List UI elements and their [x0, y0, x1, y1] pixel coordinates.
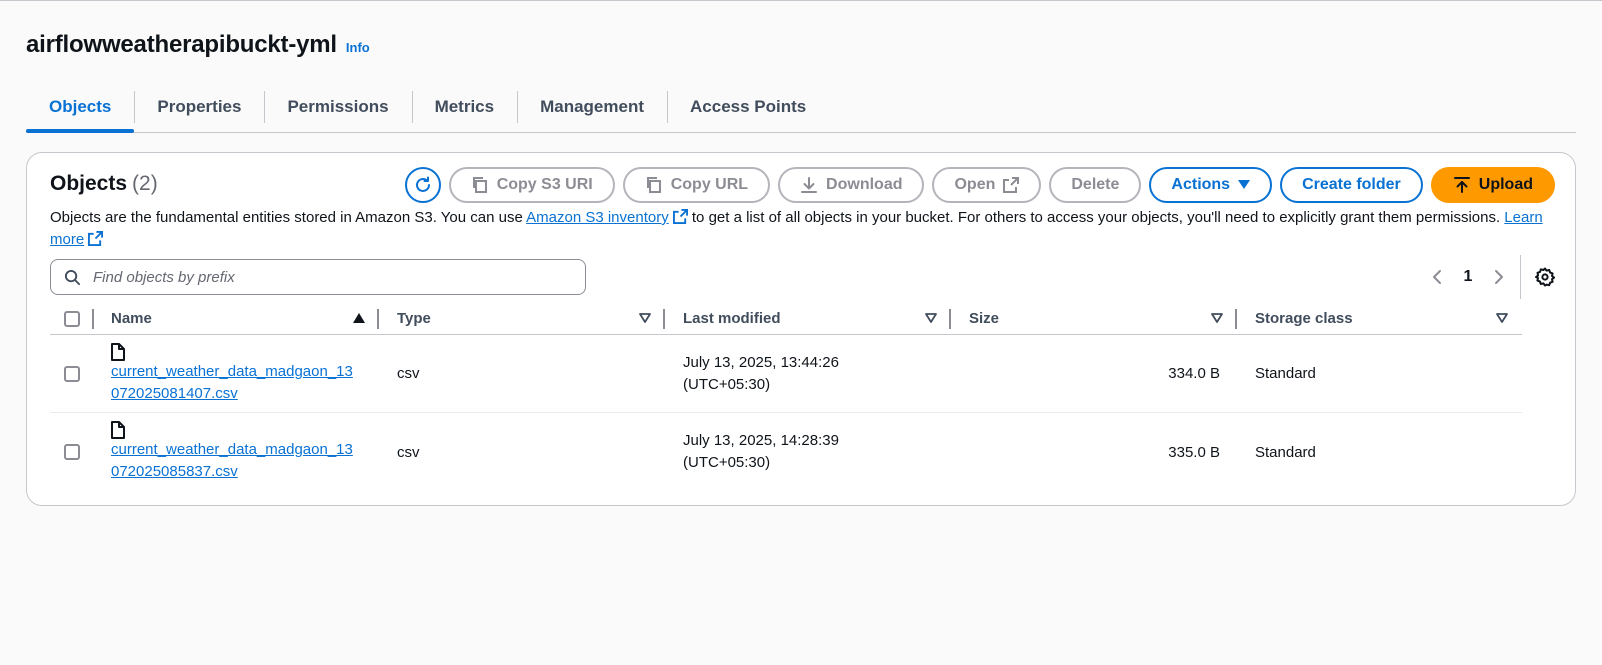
info-link[interactable]: Info	[346, 40, 370, 55]
column-label-last-modified: Last modified	[683, 309, 781, 327]
size-cell: 334.0 B	[1168, 365, 1220, 382]
s3-inventory-link-label: Amazon S3 inventory	[526, 209, 669, 226]
external-link-icon	[1003, 177, 1020, 193]
type-cell: csv	[397, 365, 420, 382]
tab-permissions[interactable]: Permissions	[264, 83, 411, 131]
open-label: Open	[954, 176, 996, 193]
column-header-storage-class[interactable]: Storage class	[1237, 303, 1522, 335]
last-modified-date: July 13, 2025, 13:44:26	[683, 353, 839, 371]
objects-title: Objects	[50, 172, 128, 195]
size-cell: 335.0 B	[1168, 443, 1220, 461]
objects-description: Objects are the fundamental entities sto…	[50, 207, 1550, 251]
last-modified-timezone: (UTC+05:30)	[683, 454, 771, 471]
column-label-size: Size	[969, 310, 1000, 327]
page-header: airflowweatherapibuckt-yml Info	[26, 31, 370, 59]
objects-count: (2)	[132, 172, 158, 195]
copy-url-label: Copy URL	[670, 176, 749, 193]
upload-button[interactable]: Upload	[1430, 167, 1555, 203]
tab-bar: Objects Properties Permissions Metrics M…	[26, 83, 1576, 133]
copy-s3-uri-button[interactable]: Copy S3 URI	[448, 167, 615, 203]
copy-s3-uri-label: Copy S3 URI	[496, 176, 593, 193]
next-page-button[interactable]	[1484, 269, 1514, 285]
s3-inventory-link[interactable]: Amazon S3 inventory	[526, 209, 669, 226]
sort-icon	[639, 312, 651, 323]
copy-icon	[472, 177, 487, 193]
refresh-button[interactable]	[404, 167, 441, 203]
chevron-right-icon	[1495, 270, 1503, 284]
external-link-icon	[672, 209, 688, 224]
last-modified-cell: July 13, 2025, 14:28:39 (UTC+05:30)	[665, 430, 951, 474]
file-icon	[111, 342, 125, 361]
copy-url-button[interactable]: Copy URL	[622, 167, 771, 203]
delete-button[interactable]: Delete	[1049, 167, 1142, 203]
sort-icon	[1211, 312, 1223, 323]
download-icon	[801, 177, 818, 193]
table-header: Name Type Last modified Size Storage cla…	[50, 303, 1522, 335]
file-icon	[111, 421, 125, 439]
create-folder-button[interactable]: Create folder	[1280, 167, 1423, 203]
upload-label: Upload	[1478, 176, 1533, 193]
table-row: current_weather_data_madgaon_13072025085…	[50, 413, 1522, 491]
last-modified-timezone: (UTC+05:30)	[683, 375, 771, 393]
settings-button[interactable]	[1535, 267, 1555, 287]
object-name-link[interactable]: current_weather_data_madgaon_13072025081…	[111, 361, 361, 405]
objects-container: Objects (2) Copy S3 URI Copy URL Downloa…	[26, 152, 1576, 506]
tab-access-points[interactable]: Access Points	[667, 83, 829, 131]
page-number[interactable]: 1	[1452, 268, 1484, 286]
column-label-name: Name	[111, 310, 152, 327]
last-modified-date: July 13, 2025, 14:28:39	[683, 432, 839, 449]
search-icon	[64, 269, 81, 285]
upload-icon	[1453, 177, 1470, 193]
tab-management[interactable]: Management	[517, 83, 667, 131]
objects-toolbar: Copy S3 URI Copy URL Download Open Delet…	[404, 167, 1555, 203]
sort-ascending-icon	[353, 312, 365, 323]
page-title: airflowweatherapibuckt-yml	[26, 31, 337, 58]
name-cell: current_weather_data_madgaon_13072025081…	[94, 342, 379, 405]
object-name-link[interactable]: current_weather_data_madgaon_13072025085…	[111, 439, 361, 483]
pagination-divider	[1520, 255, 1521, 299]
last-modified-cell: July 13, 2025, 13:44:26 (UTC+05:30)	[665, 352, 951, 396]
row-checkbox[interactable]	[64, 365, 80, 382]
sort-icon	[1496, 312, 1508, 323]
open-button[interactable]: Open	[932, 167, 1042, 203]
storage-class-cell: Standard	[1255, 365, 1316, 382]
refresh-icon	[415, 176, 430, 192]
row-checkbox[interactable]	[64, 444, 80, 460]
objects-header: Objects (2)	[50, 172, 158, 196]
column-label-storage-class: Storage class	[1255, 310, 1353, 327]
column-label-type: Type	[397, 310, 431, 327]
description-text-2: to get a list of all objects in your buc…	[687, 209, 1505, 226]
column-header-type[interactable]: Type	[379, 303, 665, 335]
download-button[interactable]: Download	[778, 167, 925, 203]
column-header-last-modified[interactable]: Last modified	[665, 303, 951, 335]
storage-class-cell: Standard	[1255, 443, 1316, 461]
select-all-cell	[50, 303, 94, 335]
pagination: 1	[1422, 255, 1555, 299]
tab-properties[interactable]: Properties	[134, 83, 264, 131]
copy-icon	[646, 177, 661, 193]
name-cell: current_weather_data_madgaon_13072025085…	[94, 421, 379, 483]
type-cell: csv	[397, 443, 420, 461]
row-select-cell	[50, 444, 94, 460]
tab-metrics[interactable]: Metrics	[411, 83, 518, 131]
actions-button[interactable]: Actions	[1149, 167, 1273, 203]
row-select-cell	[50, 365, 94, 382]
column-header-size[interactable]: Size	[951, 303, 1237, 335]
previous-page-button[interactable]	[1422, 269, 1452, 285]
chevron-left-icon	[1433, 270, 1441, 284]
tab-objects[interactable]: Objects	[26, 83, 135, 133]
download-label: Download	[826, 176, 903, 193]
description-text-1: Objects are the fundamental entities sto…	[50, 209, 527, 226]
gear-icon	[1535, 267, 1555, 287]
search-input[interactable]	[91, 267, 561, 287]
column-header-name[interactable]: Name	[94, 303, 379, 335]
search-box	[50, 259, 586, 295]
sort-icon	[925, 312, 937, 323]
select-all-checkbox[interactable]	[64, 310, 80, 327]
external-link-icon	[88, 231, 104, 246]
objects-table: Name Type Last modified Size Storage cla…	[50, 303, 1522, 491]
caret-down-icon	[1238, 180, 1251, 189]
table-row: current_weather_data_madgaon_13072025081…	[50, 335, 1522, 413]
actions-label: Actions	[1171, 176, 1231, 193]
